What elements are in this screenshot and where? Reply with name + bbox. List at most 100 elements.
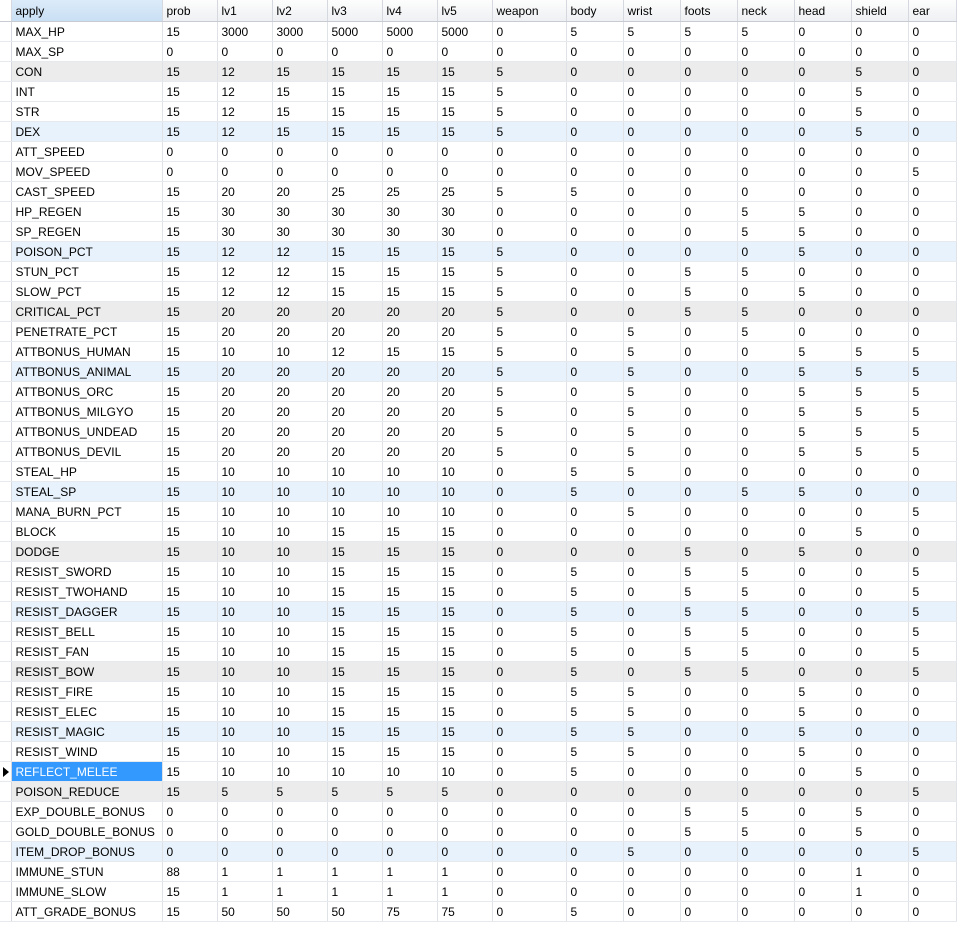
cell-lv1[interactable]: 10 xyxy=(217,481,273,502)
cell-shield[interactable]: 1 xyxy=(851,861,909,882)
cell-lv2[interactable]: 15 xyxy=(272,101,328,122)
cell-lv3[interactable]: 0 xyxy=(327,141,383,162)
cell-foots[interactable]: 0 xyxy=(680,121,738,142)
table-row[interactable]: POISON_REDUCE 15 5 5 5 5 5 0 0 0 0 0 0 0 5 xyxy=(0,781,957,802)
cell-shield[interactable]: 0 xyxy=(851,201,909,222)
cell-lv2[interactable]: 10 xyxy=(272,661,328,682)
cell-lv3[interactable]: 15 xyxy=(327,581,383,602)
cell-body[interactable]: 5 xyxy=(566,481,624,502)
cell-lv5[interactable]: 0 xyxy=(437,41,493,62)
row-indicator[interactable] xyxy=(0,461,12,482)
cell-weapon[interactable]: 5 xyxy=(492,61,567,82)
cell-weapon[interactable]: 0 xyxy=(492,781,567,802)
cell-weapon[interactable]: 0 xyxy=(492,721,567,742)
cell-apply[interactable]: CRITICAL_PCT xyxy=(11,301,163,322)
table-row[interactable]: RESIST_FAN 15 10 10 15 15 15 0 5 0 5 5 0 0 5 xyxy=(0,641,957,662)
table-row[interactable]: STEAL_HP 15 10 10 10 10 10 0 5 5 0 0 0 0 0 xyxy=(0,461,957,482)
cell-lv2[interactable]: 10 xyxy=(272,461,328,482)
cell-ear[interactable]: 5 xyxy=(908,441,957,462)
cell-apply[interactable]: ATTBONUS_DEVIL xyxy=(11,441,163,462)
cell-shield[interactable]: 5 xyxy=(851,801,909,822)
cell-body[interactable]: 0 xyxy=(566,441,624,462)
table-row[interactable]: MANA_BURN_PCT 15 10 10 10 10 10 0 0 5 0 0 0 0 5 xyxy=(0,501,957,522)
cell-lv1[interactable]: 10 xyxy=(217,561,273,582)
cell-neck[interactable]: 0 xyxy=(737,81,795,102)
cell-ear[interactable]: 0 xyxy=(908,181,957,202)
cell-foots[interactable]: 0 xyxy=(680,421,738,442)
cell-lv1[interactable]: 10 xyxy=(217,521,273,542)
cell-lv4[interactable]: 20 xyxy=(382,381,438,402)
cell-neck[interactable]: 5 xyxy=(737,221,795,242)
cell-foots[interactable]: 0 xyxy=(680,481,738,502)
cell-ear[interactable]: 0 xyxy=(908,881,957,902)
cell-prob[interactable]: 15 xyxy=(162,241,218,262)
cell-neck[interactable]: 0 xyxy=(737,181,795,202)
cell-body[interactable]: 0 xyxy=(566,221,624,242)
cell-lv5[interactable]: 20 xyxy=(437,321,493,342)
cell-body[interactable]: 5 xyxy=(566,661,624,682)
cell-neck[interactable]: 0 xyxy=(737,741,795,762)
cell-lv5[interactable]: 25 xyxy=(437,181,493,202)
cell-shield[interactable]: 0 xyxy=(851,581,909,602)
table-row[interactable]: ITEM_DROP_BONUS 0 0 0 0 0 0 0 0 5 0 0 0 0 5 xyxy=(0,841,957,862)
column-header-lv3[interactable]: lv3 xyxy=(327,0,383,22)
cell-apply[interactable]: DODGE xyxy=(11,541,163,562)
cell-prob[interactable]: 0 xyxy=(162,801,218,822)
cell-prob[interactable]: 15 xyxy=(162,341,218,362)
cell-lv2[interactable]: 20 xyxy=(272,421,328,442)
cell-lv3[interactable]: 15 xyxy=(327,61,383,82)
cell-lv2[interactable]: 10 xyxy=(272,501,328,522)
row-indicator[interactable] xyxy=(0,761,12,782)
cell-lv5[interactable]: 75 xyxy=(437,901,493,922)
table-row[interactable]: DODGE 15 10 10 15 15 15 0 0 0 5 0 5 0 0 xyxy=(0,541,957,562)
cell-apply[interactable]: ATT_GRADE_BONUS xyxy=(11,901,163,922)
cell-ear[interactable]: 0 xyxy=(908,221,957,242)
cell-lv5[interactable]: 1 xyxy=(437,861,493,882)
cell-foots[interactable]: 0 xyxy=(680,241,738,262)
cell-lv5[interactable]: 15 xyxy=(437,681,493,702)
cell-ear[interactable]: 0 xyxy=(908,681,957,702)
cell-lv4[interactable]: 20 xyxy=(382,321,438,342)
column-header-lv2[interactable]: lv2 xyxy=(272,0,328,22)
cell-lv3[interactable]: 15 xyxy=(327,121,383,142)
cell-weapon[interactable]: 0 xyxy=(492,501,567,522)
cell-lv2[interactable]: 10 xyxy=(272,541,328,562)
cell-body[interactable]: 0 xyxy=(566,501,624,522)
cell-body[interactable]: 0 xyxy=(566,161,624,182)
cell-foots[interactable]: 0 xyxy=(680,61,738,82)
cell-lv3[interactable]: 0 xyxy=(327,821,383,842)
row-indicator[interactable] xyxy=(0,621,12,642)
cell-lv2[interactable]: 0 xyxy=(272,161,328,182)
cell-apply[interactable]: MANA_BURN_PCT xyxy=(11,501,163,522)
table-row[interactable]: ATTBONUS_ANIMAL 15 20 20 20 20 20 5 0 5 0 0 5 5 5 xyxy=(0,361,957,382)
cell-prob[interactable]: 15 xyxy=(162,21,218,42)
cell-prob[interactable]: 0 xyxy=(162,141,218,162)
cell-head[interactable]: 5 xyxy=(794,721,852,742)
cell-shield[interactable]: 5 xyxy=(851,441,909,462)
cell-body[interactable]: 0 xyxy=(566,541,624,562)
cell-apply[interactable]: MAX_HP xyxy=(11,21,163,42)
cell-lv3[interactable]: 15 xyxy=(327,101,383,122)
cell-lv2[interactable]: 0 xyxy=(272,821,328,842)
cell-lv3[interactable]: 10 xyxy=(327,761,383,782)
cell-lv2[interactable]: 20 xyxy=(272,381,328,402)
column-header-prob[interactable]: prob xyxy=(162,0,218,22)
table-row[interactable]: ATTBONUS_HUMAN 15 10 10 12 15 15 5 0 5 0 0 5 5 5 xyxy=(0,341,957,362)
cell-neck[interactable]: 0 xyxy=(737,41,795,62)
cell-neck[interactable]: 5 xyxy=(737,481,795,502)
column-header-body[interactable]: body xyxy=(566,0,624,22)
cell-lv5[interactable]: 20 xyxy=(437,421,493,442)
cell-lv4[interactable]: 75 xyxy=(382,901,438,922)
cell-weapon[interactable]: 0 xyxy=(492,161,567,182)
cell-lv2[interactable]: 1 xyxy=(272,861,328,882)
column-header-weapon[interactable]: weapon xyxy=(492,0,567,22)
cell-weapon[interactable]: 0 xyxy=(492,761,567,782)
cell-lv5[interactable]: 10 xyxy=(437,461,493,482)
cell-head[interactable]: 0 xyxy=(794,101,852,122)
table-row[interactable]: MAX_SP 0 0 0 0 0 0 0 0 0 0 0 0 0 0 xyxy=(0,41,957,62)
cell-lv1[interactable]: 30 xyxy=(217,201,273,222)
cell-lv5[interactable]: 20 xyxy=(437,381,493,402)
cell-head[interactable]: 0 xyxy=(794,821,852,842)
cell-shield[interactable]: 0 xyxy=(851,41,909,62)
table-row[interactable]: STEAL_SP 15 10 10 10 10 10 0 5 0 0 5 5 0 0 xyxy=(0,481,957,502)
